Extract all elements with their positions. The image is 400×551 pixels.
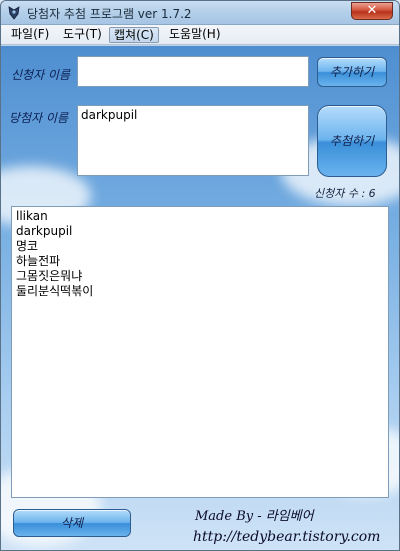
- draw-button[interactable]: 추첨하기: [317, 105, 387, 177]
- menu-bar: 파일(F) 도구(T) 캡쳐(C) 도움말(H): [1, 25, 399, 45]
- made-by-text: Made By - 라임베어: [195, 509, 314, 524]
- app-icon: [8, 6, 20, 20]
- list-item[interactable]: llikan: [16, 209, 384, 224]
- window-title: 당첨자 추첨 프로그램 ver 1.7.2: [27, 7, 192, 21]
- menu-tools[interactable]: 도구(T): [59, 27, 106, 43]
- add-button[interactable]: 추가하기: [317, 57, 387, 87]
- blog-url-text: http://tedybear.tistory.com: [193, 529, 381, 545]
- list-item[interactable]: 그몸짓은뭐냐: [16, 269, 384, 284]
- close-icon: ✕: [366, 3, 378, 18]
- menu-capture[interactable]: 캡쳐(C): [109, 27, 159, 43]
- delete-button[interactable]: 삭제: [13, 509, 131, 537]
- title-bar[interactable]: 당첨자 추첨 프로그램 ver 1.7.2 ✕: [1, 1, 399, 25]
- winner-name-box[interactable]: darkpupil: [77, 105, 309, 176]
- applicant-name-label: 신청자 이름: [11, 68, 71, 82]
- close-button[interactable]: ✕: [351, 2, 393, 20]
- applicant-name-field[interactable]: [78, 57, 308, 86]
- menu-help[interactable]: 도움말(H): [165, 27, 225, 43]
- client-area: 신청자 이름 추가하기 당첨자 이름 darkpupil 추첨하기 신청자 수 …: [1, 46, 399, 550]
- winner-name-label: 당첨자 이름: [9, 111, 69, 125]
- list-item[interactable]: 둘리분식떡볶이: [16, 284, 384, 299]
- applicant-count: 신청자 수 : 6: [314, 187, 376, 200]
- applicant-list[interactable]: llikan darkpupil 명코 하늘전파 그몸짓은뭐냐 둘리분식떡볶이: [11, 206, 389, 498]
- winner-name-field[interactable]: darkpupil: [78, 106, 308, 175]
- list-item[interactable]: 하늘전파: [16, 254, 384, 269]
- list-item[interactable]: darkpupil: [16, 224, 384, 239]
- applicant-name-input[interactable]: [77, 56, 309, 87]
- list-item[interactable]: 명코: [16, 239, 384, 254]
- menu-file[interactable]: 파일(F): [7, 27, 53, 43]
- app-window: 당첨자 추첨 프로그램 ver 1.7.2 ✕ 파일(F) 도구(T) 캡쳐(C…: [0, 0, 400, 551]
